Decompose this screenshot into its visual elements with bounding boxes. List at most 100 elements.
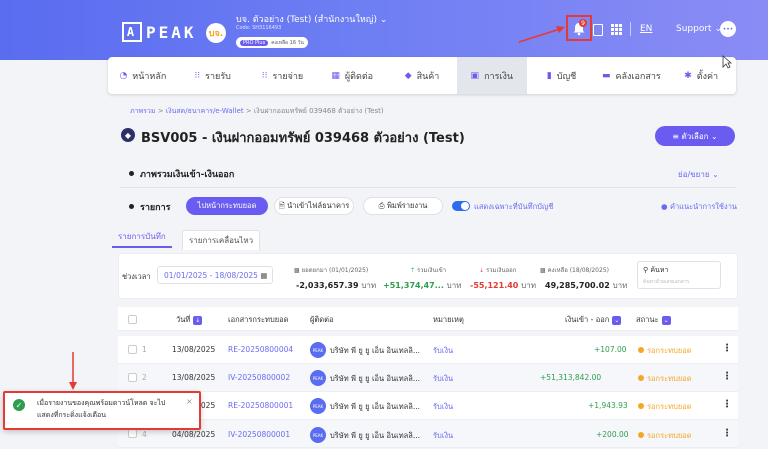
row-contact: บริษัท พี ยู ยู เอ็น อินเทลลิ... <box>330 431 421 440</box>
breadcrumb-root[interactable]: ภาพรวม <box>130 107 155 115</box>
stat-number: -55,121.40 <box>470 281 519 290</box>
toast-message: เมื่อรายงานของคุณพร้อมดาวน์โหลด จะไปแสดง… <box>37 399 166 419</box>
top-header <box>0 0 768 60</box>
status-dot <box>638 375 644 381</box>
status-dot <box>638 432 644 438</box>
status-text: รอกระทบยอด <box>647 431 692 440</box>
calendar-icon[interactable] <box>593 24 603 36</box>
status-badge: รอกระทบยอด <box>638 401 692 413</box>
expand-toggle[interactable]: ย่อ/ขยาย ⌄ <box>678 168 719 181</box>
row-doc-link[interactable]: IV-20250800001 <box>228 430 290 439</box>
col-status[interactable]: สถานะ ⌄ <box>636 314 671 326</box>
row-amount: +107.00 <box>594 345 627 354</box>
sort-icon[interactable]: ↓ <box>193 316 203 325</box>
user-avatar[interactable]: ••• <box>720 21 736 37</box>
plan-tag: PRO Plus <box>240 39 269 46</box>
section-bullet <box>129 171 134 176</box>
filter-icon[interactable]: ⌄ <box>612 316 622 325</box>
mouse-cursor-icon <box>722 55 732 69</box>
tab-records[interactable]: รายการบันทึก <box>112 226 172 248</box>
tab-movements[interactable]: รายการเคลื่อนไหว <box>182 230 261 250</box>
status-dot <box>638 347 644 353</box>
language-switch[interactable]: EN <box>640 24 652 34</box>
nav-label: ตั้งค่า <box>696 71 719 82</box>
col-label: วันที่ <box>176 315 191 324</box>
nav-label: สินค้า <box>416 71 440 82</box>
row-checkbox[interactable] <box>128 429 137 438</box>
posted-only-toggle[interactable] <box>452 201 470 211</box>
nav-income[interactable]: ⁝⁝ รายรับ <box>178 57 248 94</box>
status-badge: รอกระทบยอด <box>638 373 692 385</box>
close-icon[interactable]: × <box>186 397 193 406</box>
col-doc: เอกสารกระทบยอด <box>228 315 289 324</box>
section-divider <box>120 187 736 188</box>
row-menu-icon[interactable]: ⋮ <box>722 343 732 354</box>
row-note: รับเงิน <box>433 346 454 355</box>
contact-logo: PEAK <box>310 398 326 414</box>
breadcrumb-middle[interactable]: เงินสด/ธนาคาร/e-Wallet <box>166 107 244 115</box>
nav-documents[interactable]: ▬ คลังเอกสาร <box>596 57 666 94</box>
select-all-checkbox[interactable] <box>128 315 137 324</box>
nav-finance[interactable]: ▣ การเงิน <box>456 57 527 94</box>
date-range-input[interactable]: 01/01/2025 - 18/08/2025 ▦ <box>157 266 273 284</box>
nav-products[interactable]: ◆ สินค้า <box>387 57 457 94</box>
header-divider <box>630 22 631 36</box>
filter-icon[interactable]: ⌄ <box>661 316 671 325</box>
help-link[interactable]: ● คำแนะนำการใช้งาน <box>661 201 737 213</box>
row-contact: บริษัท พี ยู ยู เอ็น อินเทลลิ... <box>330 346 421 355</box>
nav-label: บัญชี <box>556 71 577 82</box>
total-out-label: ⇣ รวมเงินออก <box>479 267 517 274</box>
row-doc-link[interactable]: RE-20250800004 <box>228 345 293 354</box>
support-label: Support <box>676 24 712 34</box>
products-icon: ◆ <box>404 70 412 81</box>
nav-home[interactable]: ◔ หน้าหลัก <box>108 57 178 94</box>
row-doc-link[interactable]: IV-20250800002 <box>228 373 290 382</box>
opening-balance-value: -2,033,657.39 บาท <box>296 279 376 292</box>
logo-text: PEAK <box>146 22 197 42</box>
row-note: รับเงิน <box>433 374 454 383</box>
search-label: ⚲ ค้นหา <box>643 265 668 276</box>
nav-label: คลังเอกสาร <box>615 71 661 82</box>
reconcile-button[interactable]: ไปหน้ากระทบยอด <box>186 197 268 215</box>
col-date[interactable]: วันที่ ↓ <box>176 314 203 326</box>
nav-label: รายรับ <box>205 71 231 82</box>
row-contact: บริษัท พี ยู ยู เอ็น อินเทลลิ... <box>330 402 421 411</box>
row-checkbox[interactable] <box>128 373 137 382</box>
print-label: พิมพ์รายงาน <box>386 201 428 210</box>
stat-label-text: รวมเงินเข้า <box>416 267 447 274</box>
bank-account-icon: ◆ <box>121 128 135 142</box>
company-avatar[interactable]: บจ. <box>206 23 226 43</box>
row-checkbox[interactable] <box>128 345 137 354</box>
search-label-text: ค้นหา <box>650 266 669 274</box>
options-button[interactable]: ≡ ตัวเลือก ⌄ <box>655 126 735 146</box>
row-doc-link[interactable]: RE-20250800001 <box>228 401 293 410</box>
import-bank-file-button[interactable]: 🗎 นำเข้าไฟล์ธนาคาร <box>274 197 354 215</box>
breadcrumb: ภาพรวม > เงินสด/ธนาคาร/e-Wallet > เงินฝา… <box>130 106 384 117</box>
period-label: ช่วงเวลา <box>122 272 151 281</box>
row-number: 1 <box>142 345 147 354</box>
print-report-button[interactable]: ⎙ พิมพ์รายงาน <box>363 197 443 215</box>
support-menu[interactable]: Support ⌄ <box>676 24 722 34</box>
nav-label: หน้าหลัก <box>132 71 167 82</box>
main-nav: ◔ หน้าหลัก ⁝⁝ รายรับ ⁝⁝ รายจ่าย ▦ ผู้ติดต่อ … <box>108 57 736 94</box>
company-selector[interactable]: บจ. ตัวอย่าง (Test) (สำนักงานใหญ่) ⌄ <box>236 12 387 26</box>
accounting-icon: ▮ <box>546 70 552 81</box>
nav-expense[interactable]: ⁝⁝ รายจ่าย <box>248 57 318 94</box>
apps-grid-icon[interactable] <box>611 24 622 35</box>
row-menu-icon[interactable]: ⋮ <box>722 428 732 439</box>
nav-accounting[interactable]: ▮ บัญชี <box>527 57 597 94</box>
unit: บาท <box>612 281 628 290</box>
nav-label: การเงิน <box>484 71 514 82</box>
peak-logo[interactable]: A PEAK <box>122 22 197 42</box>
col-amount[interactable]: เงินเข้า - ออก ⌄ <box>565 314 622 326</box>
income-icon: ⁝⁝ <box>194 70 201 81</box>
nav-contacts[interactable]: ▦ ผู้ติดต่อ <box>317 57 387 94</box>
breadcrumb-sep: > <box>157 107 164 115</box>
row-menu-icon[interactable]: ⋮ <box>722 371 732 382</box>
row-menu-icon[interactable]: ⋮ <box>722 399 732 410</box>
calendar-icon: ▦ <box>260 270 268 280</box>
date-range-value: 01/01/2025 - 18/08/2025 <box>164 270 258 280</box>
home-icon: ◔ <box>119 70 128 81</box>
help-label: คำแนะนำการใช้งาน <box>669 202 738 211</box>
stat-number: 49,285,700.02 <box>545 281 610 290</box>
